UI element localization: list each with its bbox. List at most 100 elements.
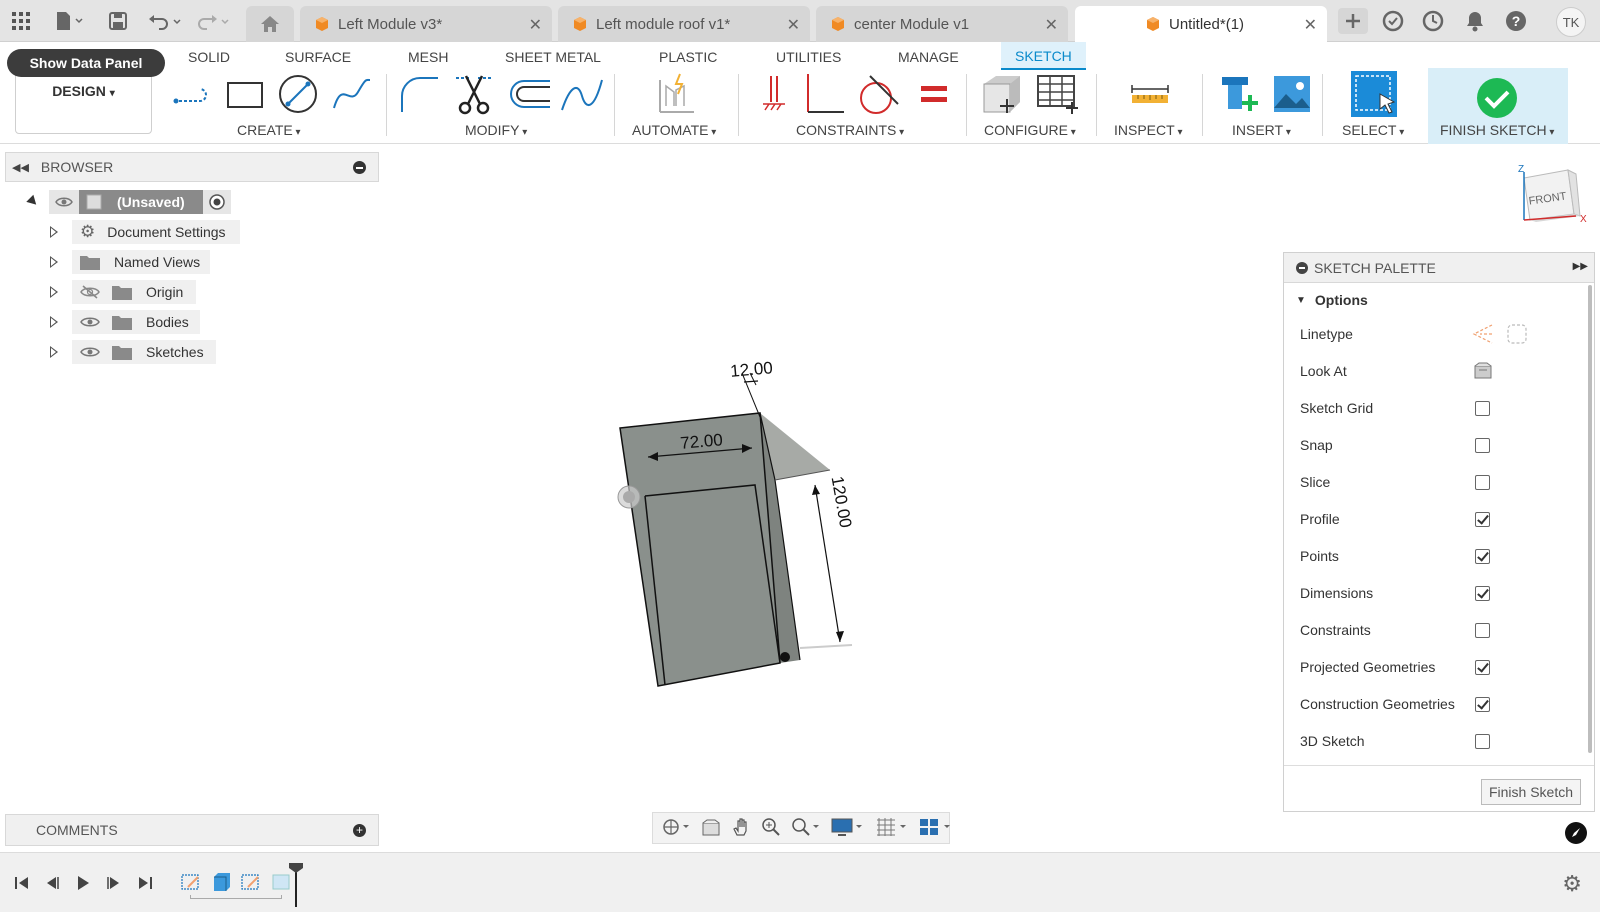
viewcube[interactable]: FRONT Z X	[1510, 160, 1590, 240]
go-to-start-icon[interactable]	[12, 873, 32, 893]
palette-row-snap[interactable]: Snap	[1300, 434, 1333, 456]
tab-solid[interactable]: SOLID	[188, 46, 230, 68]
browser-item-bodies[interactable]: Bodies	[72, 310, 200, 334]
expand-arrow-icon[interactable]	[50, 286, 58, 298]
measure-tool-icon[interactable]	[1128, 72, 1172, 116]
browser-item-named-views[interactable]: Named Views	[72, 250, 210, 274]
browser-item-origin[interactable]: Origin	[72, 280, 196, 304]
palette-row-sketch-grid[interactable]: Sketch Grid	[1300, 397, 1373, 419]
display-settings-icon[interactable]	[831, 817, 865, 840]
palette-row-points[interactable]: Points	[1300, 545, 1339, 567]
add-comment-icon[interactable]: +	[353, 824, 366, 837]
timeline-settings-gear-icon[interactable]: ⚙	[1562, 871, 1582, 897]
line-tool-icon[interactable]	[170, 72, 214, 116]
expand-arrow-icon[interactable]	[50, 346, 58, 358]
palette-row-3d-sketch[interactable]: 3D Sketch	[1300, 730, 1365, 752]
play-icon[interactable]	[73, 873, 93, 893]
expand-arrow-icon[interactable]	[50, 316, 58, 328]
browser-item-document-settings[interactable]: ⚙ Document Settings	[72, 220, 240, 244]
home-tab[interactable]	[246, 6, 294, 42]
redo-icon[interactable]	[194, 8, 234, 34]
sketch-palette-header[interactable]: SKETCH PALETTE ▶▶	[1284, 253, 1594, 283]
rectangle-tool-icon[interactable]	[222, 72, 266, 116]
pan-hand-icon[interactable]	[731, 817, 751, 840]
palette-row-projected-geometries[interactable]: Projected Geometries	[1300, 656, 1435, 678]
save-icon[interactable]	[106, 8, 130, 34]
viewports-icon[interactable]	[919, 817, 953, 840]
eye-icon[interactable]	[80, 345, 100, 359]
spline-tool-icon[interactable]	[330, 72, 374, 116]
sketch-body-front-face[interactable]	[619, 412, 781, 687]
close-icon[interactable]: ✕	[529, 15, 542, 35]
palette-row-slice[interactable]: Slice	[1300, 471, 1330, 493]
insert-image-icon[interactable]	[1270, 72, 1314, 116]
timeline-active-sketch-icon[interactable]	[270, 871, 292, 896]
undo-icon[interactable]	[146, 8, 186, 34]
tab-manage[interactable]: MANAGE	[898, 46, 959, 68]
zoom-icon[interactable]	[761, 817, 781, 840]
look-at-nav-icon[interactable]	[701, 818, 721, 839]
browser-panel-header[interactable]: ◀◀ BROWSER	[5, 152, 379, 182]
file-menu-icon[interactable]	[50, 8, 88, 34]
orbit-icon[interactable]	[661, 817, 691, 840]
modify-menu[interactable]: MODIFY	[465, 122, 527, 138]
trim-tool-icon[interactable]	[452, 72, 496, 116]
new-tab-icon[interactable]	[1338, 8, 1368, 34]
slice-checkbox[interactable]	[1475, 475, 1490, 490]
finish-sketch-button[interactable]: Finish Sketch	[1481, 779, 1581, 805]
browser-root-node[interactable]: (Unsaved)	[49, 190, 231, 214]
tab-utilities[interactable]: UTILITIES	[776, 46, 841, 68]
activate-radio-icon[interactable]	[209, 194, 225, 210]
close-icon[interactable]: ✕	[1304, 15, 1317, 35]
collapse-browser-icon[interactable]: ◀◀	[12, 161, 29, 174]
tab-sketch[interactable]: SKETCH	[1001, 42, 1086, 70]
snap-checkbox[interactable]	[1475, 438, 1490, 453]
construction-geometries-checkbox[interactable]	[1475, 697, 1490, 712]
dimension-label[interactable]: 72.00	[680, 430, 724, 453]
collapse-palette-icon[interactable]: ▶▶	[1573, 261, 1588, 272]
job-status-icon[interactable]	[1420, 8, 1446, 34]
help-icon[interactable]: ?	[1503, 8, 1529, 34]
tab-surface[interactable]: SURFACE	[285, 46, 351, 68]
eye-icon[interactable]	[55, 195, 73, 209]
timeline-extrude-feature-icon[interactable]	[210, 871, 232, 896]
circle-tool-icon[interactable]	[276, 72, 320, 116]
configure-menu[interactable]: CONFIGURE	[984, 122, 1076, 138]
dimensions-checkbox[interactable]	[1475, 586, 1490, 601]
eye-hidden-icon[interactable]	[80, 285, 100, 299]
insert-component-icon[interactable]	[1218, 72, 1262, 116]
document-tab-active[interactable]: Untitled*(1) ✕	[1075, 6, 1327, 42]
show-data-panel-button[interactable]: Show Data Panel	[7, 49, 165, 77]
curve-tool-icon[interactable]	[560, 72, 604, 116]
palette-options-icon[interactable]	[1296, 261, 1308, 274]
sketch-grid-checkbox[interactable]	[1475, 401, 1490, 416]
palette-row-constraints[interactable]: Constraints	[1300, 619, 1371, 641]
3d-sketch-checkbox[interactable]	[1475, 734, 1490, 749]
equal-constraint-icon[interactable]	[912, 72, 956, 116]
timeline-sketch-feature-icon[interactable]	[180, 871, 202, 896]
inspect-menu[interactable]: INSPECT	[1114, 122, 1183, 138]
tangent-constraint-icon[interactable]	[856, 72, 900, 116]
go-to-end-icon[interactable]	[135, 873, 155, 893]
offset-tool-icon[interactable]	[508, 72, 552, 116]
eye-icon[interactable]	[80, 315, 100, 329]
finish-sketch-menu[interactable]: FINISH SKETCH	[1440, 122, 1554, 138]
browser-item-sketches[interactable]: Sketches	[72, 340, 216, 364]
configuration-table-icon[interactable]	[1036, 72, 1080, 116]
dimension-label[interactable]: 120.00	[828, 475, 856, 530]
constraints-menu[interactable]: CONSTRAINTS	[796, 122, 904, 138]
insert-menu[interactable]: INSERT	[1232, 122, 1291, 138]
user-avatar[interactable]: TK	[1556, 7, 1586, 37]
projected-geometries-checkbox[interactable]	[1475, 660, 1490, 675]
close-icon[interactable]: ✕	[1045, 15, 1058, 35]
configure-tool-icon[interactable]	[980, 72, 1024, 116]
fillet-tool-icon[interactable]	[398, 72, 442, 116]
coincident-constraint-icon[interactable]	[752, 72, 796, 116]
constraints-checkbox[interactable]	[1475, 623, 1490, 638]
select-menu[interactable]: SELECT	[1342, 122, 1404, 138]
document-tab[interactable]: Left module roof v1* ✕	[558, 6, 810, 42]
document-tab[interactable]: Left Module v3* ✕	[300, 6, 552, 42]
sketch-point[interactable]	[780, 652, 790, 662]
palette-row-dimensions[interactable]: Dimensions	[1300, 582, 1373, 604]
feedback-icon[interactable]	[1565, 822, 1587, 844]
